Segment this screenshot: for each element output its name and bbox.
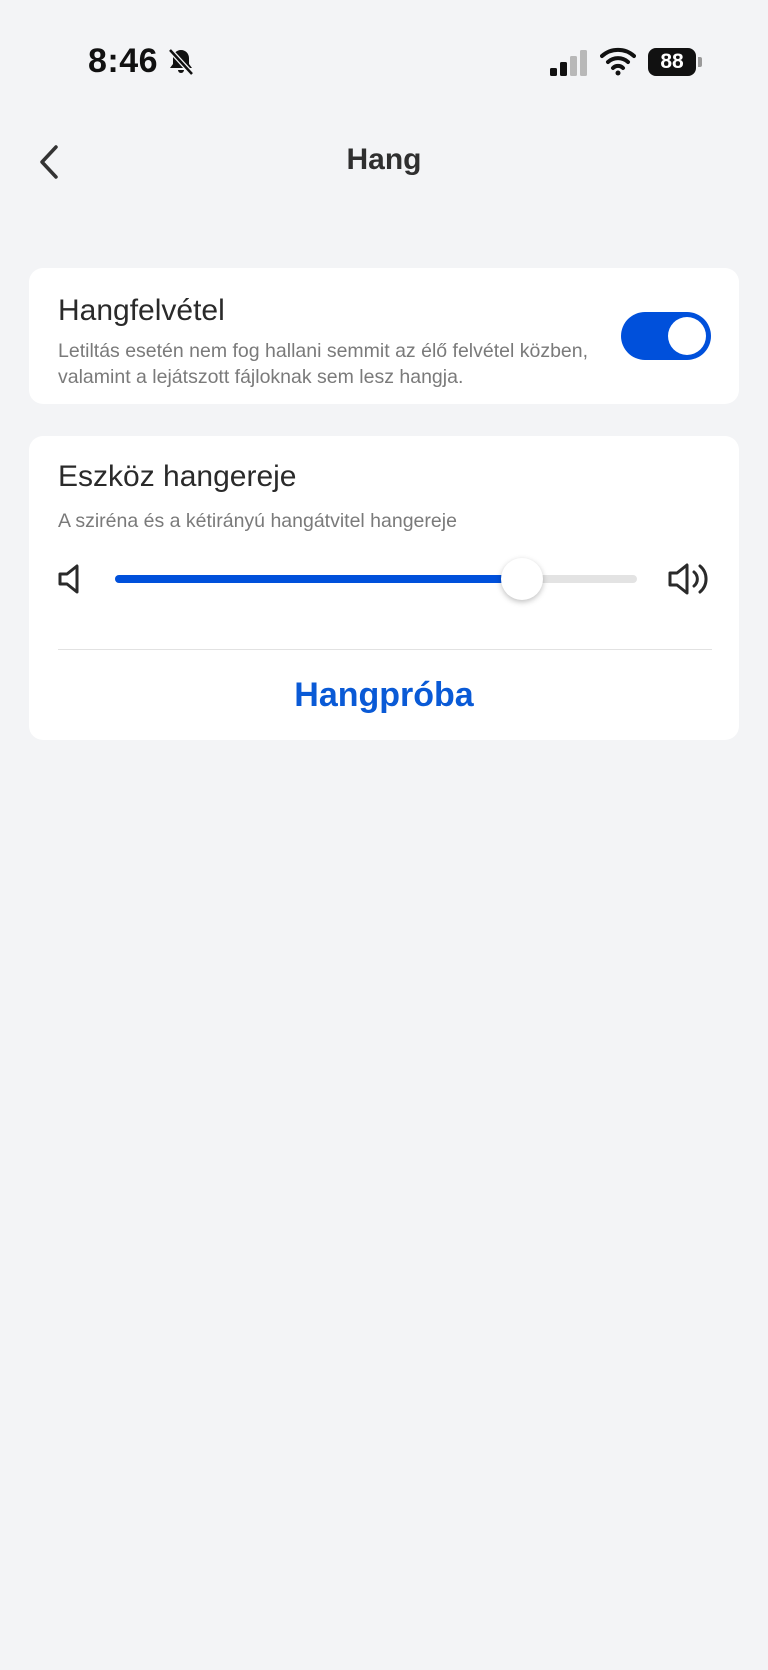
slider-thumb[interactable] (501, 558, 544, 600)
volume-description: A sziréna és a kétirányú hangátvitel han… (58, 510, 457, 532)
wifi-icon (600, 47, 636, 76)
cellular-signal-icon (550, 50, 587, 76)
volume-slider[interactable] (115, 554, 637, 604)
bell-slash-icon (168, 48, 194, 76)
sound-test-button[interactable]: Hangpróba (29, 652, 739, 738)
divider (58, 649, 712, 650)
recording-description: Letiltás esetén nem fog hallani semmit a… (58, 340, 589, 388)
slider-fill (115, 575, 523, 583)
recording-toggle[interactable] (621, 312, 711, 360)
page-title: Hang (346, 143, 422, 176)
status-time: 8:46 (88, 42, 159, 80)
recording-card: Hangfelvétel Letiltás esetén nem fog hal… (29, 268, 739, 404)
battery-level: 88 (648, 48, 696, 76)
toggle-knob (668, 317, 706, 355)
speaker-high-icon (668, 563, 708, 595)
status-bar: 8:46 88 (0, 0, 768, 120)
battery-cap (698, 57, 702, 67)
volume-title: Eszköz hangereje (58, 460, 297, 493)
volume-card: Eszköz hangereje A sziréna és a kétirány… (29, 436, 739, 740)
recording-title: Hangfelvétel (58, 294, 225, 327)
speaker-low-icon (58, 564, 79, 594)
battery-icon: 88 (648, 48, 702, 76)
